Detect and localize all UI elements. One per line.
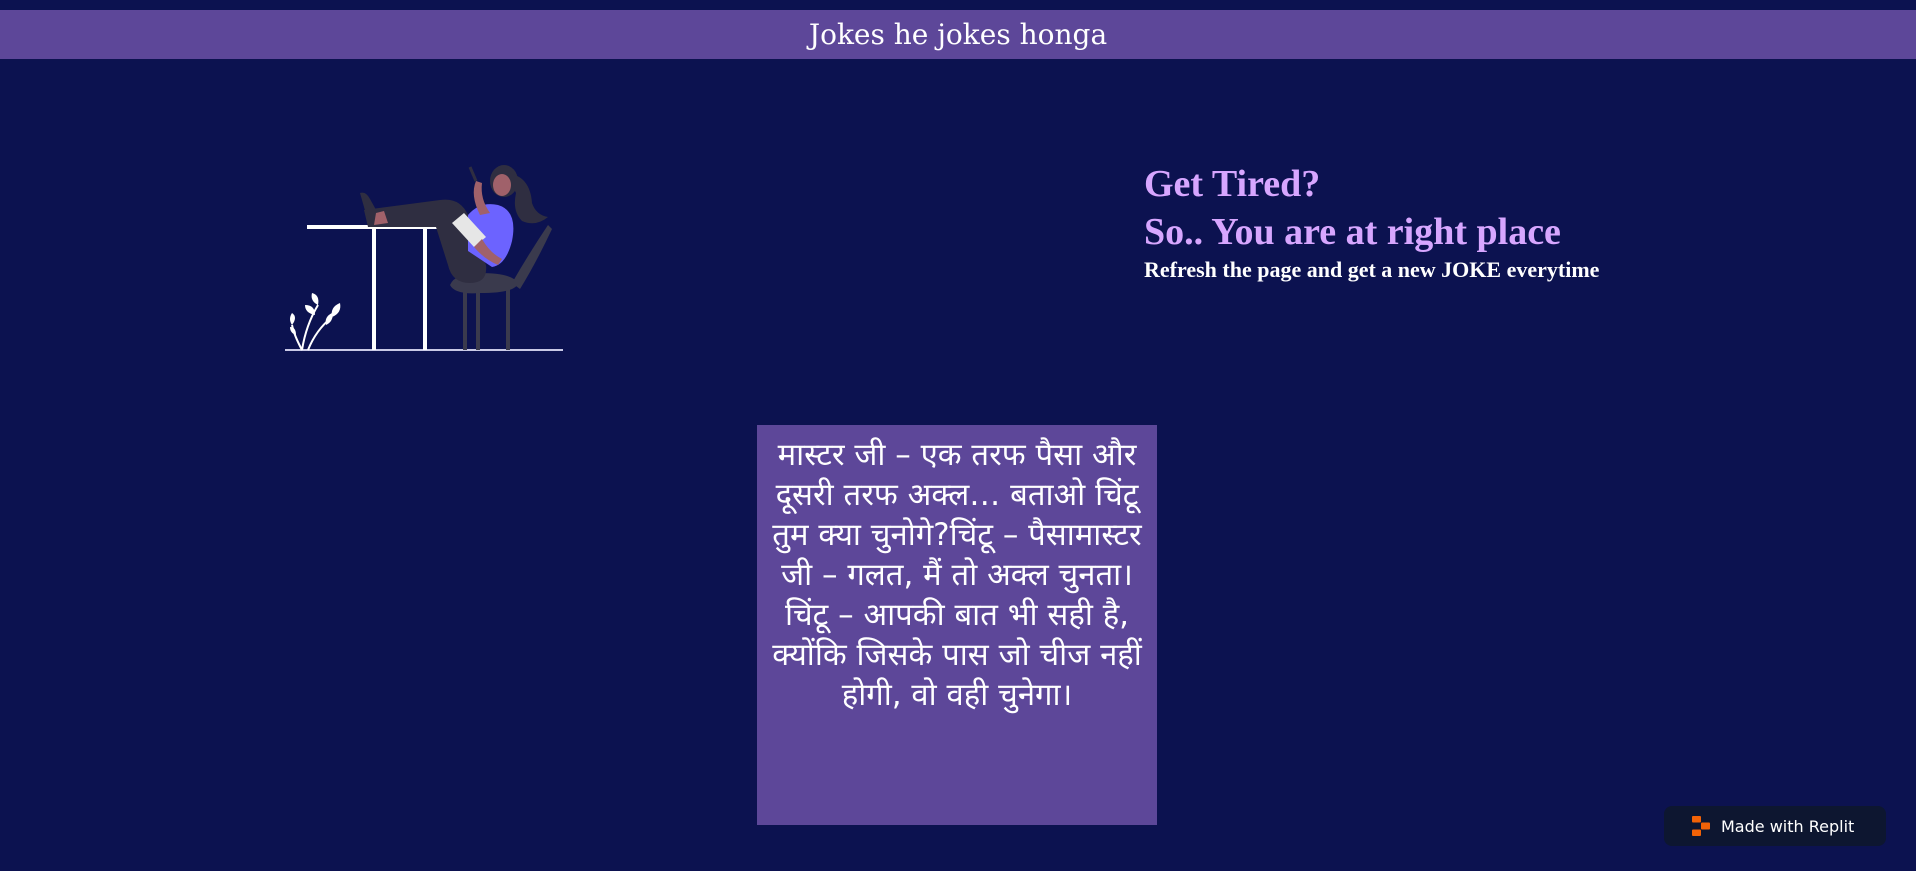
- made-with-replit-label: Made with Replit: [1721, 816, 1855, 836]
- woman-relaxing-illustration: [280, 155, 570, 355]
- page: Jokes he jokes honga Get Tired? So.. You…: [0, 0, 1916, 871]
- page-header: Jokes he jokes honga: [0, 10, 1916, 59]
- hero-heading-line2: So.. You are at right place: [1144, 211, 1561, 253]
- hero-text: Get Tired? So.. You are at right place R…: [1144, 160, 1844, 284]
- made-with-replit-badge[interactable]: Made with Replit: [1664, 806, 1886, 846]
- page-title: Jokes he jokes honga: [808, 18, 1108, 51]
- replit-icon: [1692, 816, 1710, 836]
- hero-subtitle: Refresh the page and get a new JOKE ever…: [1144, 257, 1600, 282]
- joke-text: मास्टर जी – एक तरफ पैसा और दूसरी तरफ अक्…: [772, 437, 1142, 713]
- joke-card: मास्टर जी – एक तरफ पैसा और दूसरी तरफ अक्…: [757, 425, 1157, 825]
- hero-heading-line1: Get Tired?: [1144, 163, 1321, 205]
